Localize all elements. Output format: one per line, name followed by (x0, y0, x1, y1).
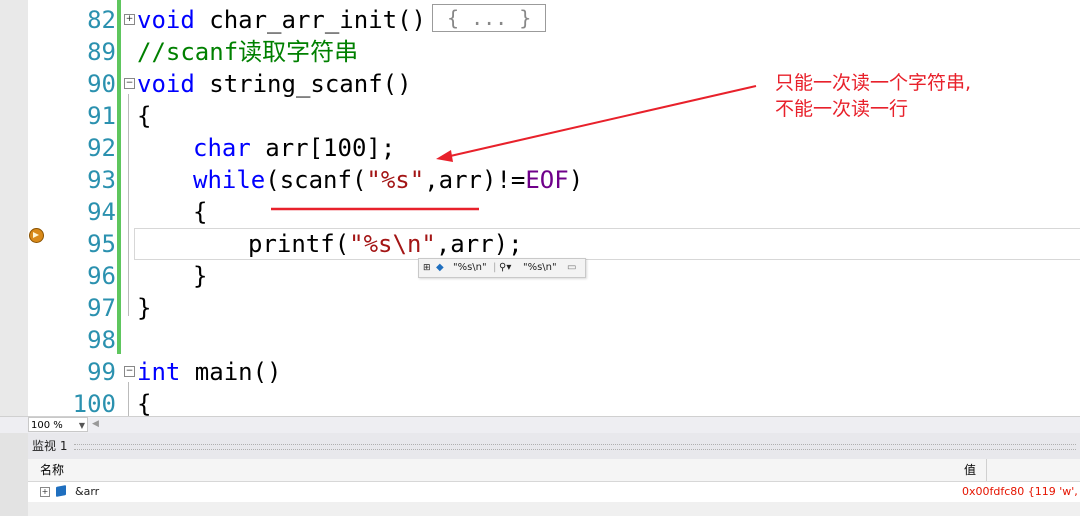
annotation-text: 只能一次读一个字符串, 不能一次读一行 (775, 70, 971, 122)
title-grip (74, 444, 1076, 450)
object-icon (56, 485, 66, 497)
pin-icon[interactable]: ▭ (567, 259, 576, 277)
annotation-line-1: 只能一次读一个字符串, (775, 72, 972, 94)
datatip-value[interactable]: "%s\n" (453, 259, 487, 277)
watch-row-value[interactable]: 0x00fdfc80 {119 'w', 1 (962, 482, 1080, 502)
column-divider[interactable] (986, 459, 987, 481)
code-editor[interactable]: 82 + void char_arr_init(){ ... } 89 //sc… (0, 0, 1080, 416)
watch-column-header: 名称 值 (28, 459, 1080, 482)
datatip-visualizer-value[interactable]: "%s\n" (523, 259, 557, 277)
watch-left-strip (0, 433, 28, 516)
chevron-down-icon: ▼ (78, 421, 85, 430)
value-column-header[interactable]: 值 (964, 459, 976, 481)
object-icon: ◆ (436, 262, 444, 273)
watch-panel: 监视 1 名称 值 + &arr 0x00fdfc80 {119 'w', 1 (0, 433, 1080, 516)
magnifier-icon[interactable]: ⚲▾ (499, 259, 511, 277)
editor-status-strip: 100 % ▼ ◀ (0, 416, 1080, 433)
watch-title-bar[interactable]: 监视 1 (28, 433, 1080, 459)
watch-row-name[interactable]: &arr (75, 482, 99, 502)
watch-row[interactable]: + &arr 0x00fdfc80 {119 'w', 1 (28, 482, 1080, 502)
annotation-line-2: 不能一次读一行 (775, 98, 909, 120)
name-column-header[interactable]: 名称 (40, 459, 64, 481)
scroll-left-icon[interactable]: ◀ (92, 419, 99, 429)
watch-title: 监视 1 (32, 439, 68, 453)
expand-icon[interactable]: ⊞ (423, 259, 431, 277)
annotation-arrow (271, 85, 757, 211)
datatip[interactable]: ⊞ ◆ "%s\n" | ⚲▾ "%s\n" ▭ (418, 258, 586, 278)
separator: | (493, 262, 497, 273)
expand-icon[interactable]: + (40, 487, 50, 497)
zoom-dropdown[interactable]: 100 % ▼ (28, 417, 88, 432)
